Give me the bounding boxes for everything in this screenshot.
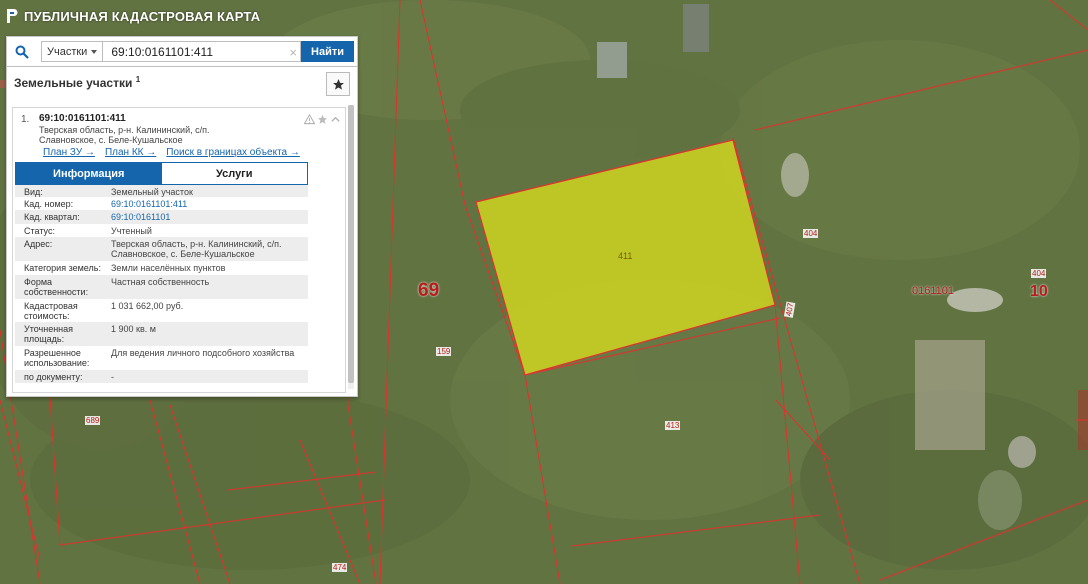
parcel-label-413: 413 [665, 421, 681, 430]
results-list: 1. 69:10:0161101:411 Тверская область, р… [10, 105, 348, 395]
results-scrollbar[interactable] [348, 105, 354, 389]
result-actions [304, 114, 341, 125]
property-value: - [111, 372, 114, 382]
result-address: Тверская область, р-н. Калининский, с/п.… [39, 125, 210, 145]
clear-icon[interactable]: × [289, 45, 297, 60]
app-title: ПУБЛИЧНАЯ КАДАСТРОВАЯ КАРТА [24, 8, 261, 24]
tab-services[interactable]: Услуги [161, 163, 307, 184]
results-title: Земельные участки 1 [14, 75, 140, 90]
chevron-down-icon [91, 49, 98, 54]
property-row: Статус: Учтенный [15, 224, 308, 237]
quarter-label: 0161101 [912, 285, 955, 297]
result-tabs: Информация Услуги [15, 162, 308, 185]
property-value: Земельный участок [111, 187, 193, 197]
property-key: Категория земель: [24, 263, 101, 273]
search-icon[interactable] [7, 37, 37, 67]
app-header: ПУБЛИЧНАЯ КАДАСТРОВАЯ КАРТА [0, 0, 260, 32]
parcel-label-689: 689 [85, 416, 101, 425]
link-plan-zu[interactable]: План ЗУ → [43, 147, 95, 158]
parcel-label-404: 404 [803, 229, 819, 238]
star-icon [332, 78, 344, 90]
property-row: Кадастровая стоимость: 1 031 662,00 руб. [15, 299, 308, 322]
parcel-label-selected: 411 [618, 251, 633, 261]
property-value: Частная собственность [111, 277, 210, 287]
search-input[interactable] [103, 41, 302, 62]
property-key: по документу: [24, 372, 83, 382]
star-icon[interactable] [317, 114, 328, 125]
find-button[interactable]: Найти [301, 41, 354, 62]
property-row: по документу: - [15, 370, 308, 383]
property-key: Статус: [24, 226, 55, 236]
property-row: Категория земель: Земли населённых пункто… [15, 261, 308, 275]
results-count: 1 [135, 75, 141, 84]
parcel-label-474: 474 [332, 563, 348, 572]
chevron-up-icon[interactable] [330, 114, 341, 125]
property-value: Земли населённых пунктов [111, 263, 226, 273]
property-key: Адрес: [24, 239, 53, 249]
warning-icon[interactable] [304, 114, 315, 125]
result-links: План ЗУ → План КК → Поиск в границах объ… [43, 147, 300, 158]
result-cad-number[interactable]: 69:10:0161101:411 [39, 113, 126, 124]
region-label: 69 [418, 280, 440, 301]
property-value: Для ведения личного подсобного хозяйства [111, 348, 295, 358]
property-key: Форма собственности: [24, 277, 89, 297]
property-key: Кад. квартал: [24, 212, 80, 222]
favorite-button[interactable] [326, 72, 350, 96]
results-title-text: Земельные участки [14, 76, 133, 90]
scrollbar-thumb[interactable] [348, 105, 354, 383]
result-index: 1. [21, 114, 30, 125]
property-value[interactable]: 69:10:0161101:411 [111, 199, 308, 209]
property-value: 1 031 662,00 руб. [111, 301, 184, 311]
link-plan-kk[interactable]: План КК → [105, 147, 156, 158]
link-search-in-bounds[interactable]: Поиск в границах объекта → [166, 147, 300, 158]
property-value: Тверская область, р-н. Калининский, с/п.… [111, 239, 282, 259]
tab-info[interactable]: Информация [16, 163, 162, 184]
property-key: Вид: [24, 187, 43, 197]
properties-table: Вид: Земельный участок Кад. номер: 69:10:0… [15, 185, 308, 383]
property-key: Уточненная площадь: [24, 324, 74, 344]
parcel-label-159: 159 [436, 347, 452, 356]
property-row: Разрешенное использование: Для ведения ли… [15, 346, 308, 370]
result-card[interactable]: 1. 69:10:0161101:411 Тверская область, р… [12, 107, 346, 393]
property-row: Адрес: Тверская область, р-н. Калининский… [15, 237, 308, 261]
property-key: Кадастровая стоимость: [24, 301, 78, 321]
property-row: Вид: Земельный участок [15, 185, 308, 197]
property-key: Разрешенное использование: [24, 348, 90, 368]
district-label: 10 [1030, 283, 1048, 300]
search-bar: Участки × Найти [6, 36, 358, 67]
property-row: Форма собственности: Частная собственност… [15, 275, 308, 299]
search-type-select[interactable]: Участки [41, 41, 104, 62]
property-row: Кад. номер: 69:10:0161101:411 [15, 197, 308, 210]
parcel-label-404-2: 404 [1031, 269, 1047, 278]
property-key: Кад. номер: [24, 199, 74, 209]
cadastre-logo-icon [7, 9, 18, 23]
property-value: Учтенный [111, 226, 152, 236]
property-value[interactable]: 69:10:0161101 [111, 212, 308, 222]
property-row: Уточненная площадь: 1 900 кв. м [15, 322, 308, 346]
results-header: Земельные участки 1 [7, 67, 357, 103]
results-panel: Земельные участки 1 1. 69:10:0161101:411… [6, 67, 358, 397]
property-row: Кад. квартал: 69:10:0161101 [15, 210, 308, 224]
search-type-label: Участки [47, 45, 88, 58]
property-value: 1 900 кв. м [111, 324, 156, 334]
